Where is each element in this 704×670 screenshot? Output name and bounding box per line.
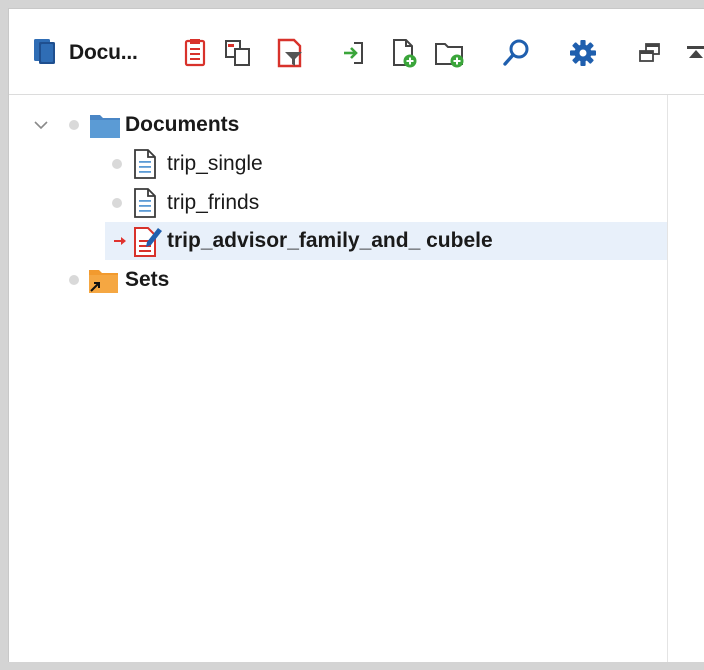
status-dot	[69, 120, 79, 130]
view-toolbar: Docu...	[9, 9, 704, 95]
sets-folder-icon	[87, 265, 119, 300]
view-title: Docu...	[69, 41, 138, 64]
import-icon	[340, 39, 368, 67]
folder-icon	[89, 110, 121, 145]
copy-document-icon	[222, 37, 254, 69]
restore-view-button[interactable]	[633, 36, 667, 70]
new-folder-icon	[433, 37, 467, 69]
document-icon	[131, 148, 159, 185]
filter-documents-button[interactable]	[273, 36, 307, 70]
new-folder-button[interactable]	[433, 36, 467, 70]
tree-item-label: trip_advisor_family_and_ cubele	[167, 229, 493, 252]
tree-item-documents[interactable]: Documents	[9, 106, 667, 144]
maximize-view-button[interactable]	[679, 36, 704, 70]
status-dot	[112, 159, 122, 169]
copy-document-button[interactable]	[221, 36, 255, 70]
import-button[interactable]	[337, 36, 371, 70]
tree-item-trip-advisor-family[interactable]: trip_advisor_family_and_ cubele	[9, 222, 667, 260]
document-tree: Documents trip_single trip_frinds trip_a…	[9, 95, 667, 662]
settings-button[interactable]	[566, 36, 600, 70]
tree-item-label: Sets	[125, 268, 170, 291]
tree-item-trip-frinds[interactable]: trip_frinds	[9, 184, 667, 222]
filter-documents-icon	[274, 37, 306, 69]
document-icon	[131, 187, 159, 224]
tree-item-label: trip_frinds	[167, 191, 260, 214]
paste-document-icon	[181, 37, 211, 69]
documents-view-icon	[31, 36, 61, 71]
search-button[interactable]	[499, 36, 533, 70]
new-document-icon	[389, 37, 419, 69]
new-document-button[interactable]	[387, 36, 421, 70]
maximize-view-icon	[683, 40, 704, 66]
edited-document-icon	[131, 224, 163, 263]
tree-item-label: trip_single	[167, 152, 263, 175]
tree-item-trip-single[interactable]: trip_single	[9, 145, 667, 183]
editor-pane	[667, 95, 704, 662]
tree-item-label: Documents	[125, 113, 240, 136]
tree-item-sets[interactable]: Sets	[9, 261, 667, 299]
active-arrow-icon	[113, 234, 129, 253]
status-dot	[112, 198, 122, 208]
documents-view-window: Docu... Documents trip_single trip_frind…	[8, 8, 704, 662]
view-tab[interactable]: Docu...	[31, 35, 138, 71]
paste-document-button[interactable]	[179, 36, 213, 70]
restore-view-icon	[637, 40, 663, 66]
chevron-down-icon[interactable]	[33, 117, 49, 133]
search-icon	[500, 37, 532, 69]
settings-gear-icon	[568, 38, 598, 68]
status-dot	[69, 275, 79, 285]
